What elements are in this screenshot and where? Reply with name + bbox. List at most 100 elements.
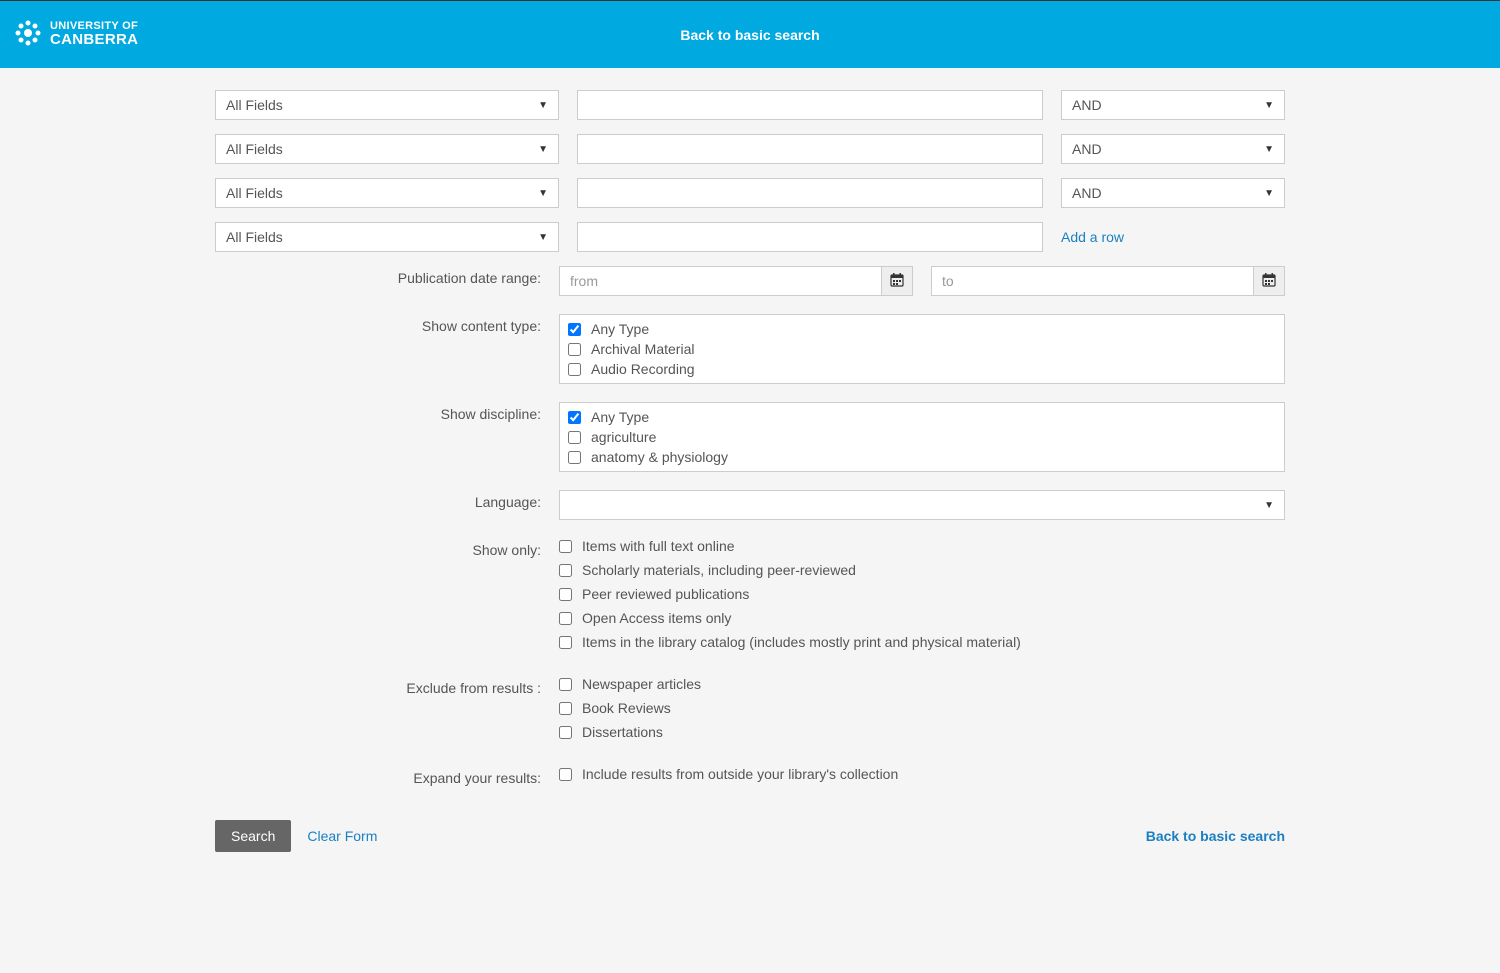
field-select-4[interactable]: All Fields ▼ bbox=[215, 222, 559, 252]
field-select-1[interactable]: All Fields ▼ bbox=[215, 90, 559, 120]
search-button[interactable]: Search bbox=[215, 820, 291, 852]
date-to-picker-button[interactable] bbox=[1253, 266, 1285, 296]
show-only-checkbox[interactable] bbox=[559, 540, 572, 553]
chevron-down-icon: ▼ bbox=[1264, 100, 1274, 111]
search-term-input-2[interactable] bbox=[577, 134, 1043, 164]
show-only-item: Items in the library catalog (includes m… bbox=[559, 634, 1285, 650]
show-only-label: Open Access items only bbox=[582, 610, 731, 626]
show-only-item: Open Access items only bbox=[559, 610, 1285, 626]
exclude-checkbox[interactable] bbox=[559, 726, 572, 739]
search-term-input-4[interactable] bbox=[577, 222, 1043, 252]
logo-line2: CANBERRA bbox=[50, 32, 138, 49]
discipline-checkbox[interactable] bbox=[568, 451, 581, 464]
field-select-3[interactable]: All Fields ▼ bbox=[215, 178, 559, 208]
content-type-item: Archival Material bbox=[568, 339, 1276, 359]
publication-date-row: Publication date range: bbox=[215, 266, 1285, 296]
field-select-2[interactable]: All Fields ▼ bbox=[215, 134, 559, 164]
back-to-basic-link-top[interactable]: Back to basic search bbox=[680, 27, 819, 43]
search-term-input-3[interactable] bbox=[577, 178, 1043, 208]
content-type-label: Archival Material bbox=[591, 341, 694, 357]
publication-date-label: Publication date range: bbox=[215, 266, 559, 296]
search-row-1: All Fields ▼ AND ▼ bbox=[215, 90, 1285, 120]
content-type-checkbox[interactable] bbox=[568, 323, 581, 336]
field-select-1-value: All Fields bbox=[226, 97, 283, 113]
field-select-2-value: All Fields bbox=[226, 141, 283, 157]
advanced-search-form: All Fields ▼ AND ▼ All Fields ▼ AND ▼ Al… bbox=[215, 68, 1285, 892]
field-select-4-value: All Fields bbox=[226, 229, 283, 245]
show-only-checkbox[interactable] bbox=[559, 588, 572, 601]
back-to-basic-link-bottom[interactable]: Back to basic search bbox=[1146, 828, 1285, 844]
operator-select-1[interactable]: AND ▼ bbox=[1061, 90, 1285, 120]
discipline-label: Show discipline: bbox=[215, 402, 559, 472]
show-only-label: Items in the library catalog (includes m… bbox=[582, 634, 1021, 650]
search-term-input-1[interactable] bbox=[577, 90, 1043, 120]
date-to-input[interactable] bbox=[931, 266, 1253, 296]
discipline-row: Show discipline: Any Type agriculture anat… bbox=[215, 402, 1285, 472]
date-from-input[interactable] bbox=[559, 266, 881, 296]
exclude-checkbox[interactable] bbox=[559, 702, 572, 715]
language-select[interactable]: ▼ bbox=[559, 490, 1285, 520]
content-type-label: Audio Recording bbox=[591, 361, 695, 377]
discipline-item: anatomy & physiology bbox=[568, 447, 1276, 467]
expand-label: Include results from outside your librar… bbox=[582, 766, 898, 782]
operator-select-3-value: AND bbox=[1072, 185, 1102, 201]
content-type-listbox[interactable]: Any Type Archival Material Audio Recording bbox=[559, 314, 1285, 384]
add-row-link[interactable]: Add a row bbox=[1061, 229, 1285, 245]
clear-form-link[interactable]: Clear Form bbox=[307, 828, 377, 844]
chevron-down-icon: ▼ bbox=[1264, 500, 1274, 511]
date-from-picker-button[interactable] bbox=[881, 266, 913, 296]
chevron-down-icon: ▼ bbox=[538, 100, 548, 111]
show-only-item: Scholarly materials, including peer-revi… bbox=[559, 562, 1285, 578]
discipline-label: Any Type bbox=[591, 409, 649, 425]
calendar-icon bbox=[1262, 273, 1276, 290]
operator-select-2[interactable]: AND ▼ bbox=[1061, 134, 1285, 164]
exclude-label: Exclude from results : bbox=[215, 676, 559, 748]
exclude-label: Dissertations bbox=[582, 724, 663, 740]
header: UNIVERSITY OF CANBERRA Back to basic sea… bbox=[0, 0, 1500, 68]
search-row-3: All Fields ▼ AND ▼ bbox=[215, 178, 1285, 208]
discipline-label: agriculture bbox=[591, 429, 656, 445]
expand-checkbox[interactable] bbox=[559, 768, 572, 781]
search-row-4: All Fields ▼ Add a row bbox=[215, 222, 1285, 252]
discipline-listbox[interactable]: Any Type agriculture anatomy & physiology bbox=[559, 402, 1285, 472]
chevron-down-icon: ▼ bbox=[1264, 144, 1274, 155]
content-type-checkbox[interactable] bbox=[568, 343, 581, 356]
show-only-checkbox[interactable] bbox=[559, 636, 572, 649]
search-row-2: All Fields ▼ AND ▼ bbox=[215, 134, 1285, 164]
expand-label: Expand your results: bbox=[215, 766, 559, 790]
expand-row: Expand your results: Include results fro… bbox=[215, 766, 1285, 790]
exclude-checkbox[interactable] bbox=[559, 678, 572, 691]
show-only-checkbox[interactable] bbox=[559, 564, 572, 577]
logo[interactable]: UNIVERSITY OF CANBERRA bbox=[14, 19, 138, 50]
show-only-label: Items with full text online bbox=[582, 538, 735, 554]
discipline-checkbox[interactable] bbox=[568, 431, 581, 444]
language-label: Language: bbox=[215, 490, 559, 520]
exclude-row: Exclude from results : Newspaper article… bbox=[215, 676, 1285, 748]
logo-icon bbox=[14, 19, 42, 50]
discipline-label: anatomy & physiology bbox=[591, 449, 728, 465]
exclude-item: Dissertations bbox=[559, 724, 1285, 740]
discipline-checkbox[interactable] bbox=[568, 411, 581, 424]
operator-select-2-value: AND bbox=[1072, 141, 1102, 157]
calendar-icon bbox=[890, 273, 904, 290]
discipline-item: agriculture bbox=[568, 427, 1276, 447]
operator-select-1-value: AND bbox=[1072, 97, 1102, 113]
exclude-list: Newspaper articlesBook ReviewsDissertati… bbox=[559, 676, 1285, 740]
content-type-label: Any Type bbox=[591, 321, 649, 337]
show-only-checkbox[interactable] bbox=[559, 612, 572, 625]
language-row: Language: ▼ bbox=[215, 490, 1285, 520]
operator-select-3[interactable]: AND ▼ bbox=[1061, 178, 1285, 208]
exclude-item: Book Reviews bbox=[559, 700, 1285, 716]
show-only-item: Peer reviewed publications bbox=[559, 586, 1285, 602]
show-only-label: Scholarly materials, including peer-revi… bbox=[582, 562, 856, 578]
show-only-label: Peer reviewed publications bbox=[582, 586, 749, 602]
expand-list: Include results from outside your librar… bbox=[559, 766, 1285, 782]
field-select-3-value: All Fields bbox=[226, 185, 283, 201]
content-type-row: Show content type: Any TypeArchival Mate… bbox=[215, 314, 1285, 384]
discipline-item: Any Type bbox=[568, 407, 1276, 427]
show-only-label: Show only: bbox=[215, 538, 559, 658]
form-footer: Search Clear Form Back to basic search bbox=[215, 820, 1285, 852]
content-type-item: Audio Recording bbox=[568, 359, 1276, 379]
content-type-checkbox[interactable] bbox=[568, 363, 581, 376]
chevron-down-icon: ▼ bbox=[538, 232, 548, 243]
